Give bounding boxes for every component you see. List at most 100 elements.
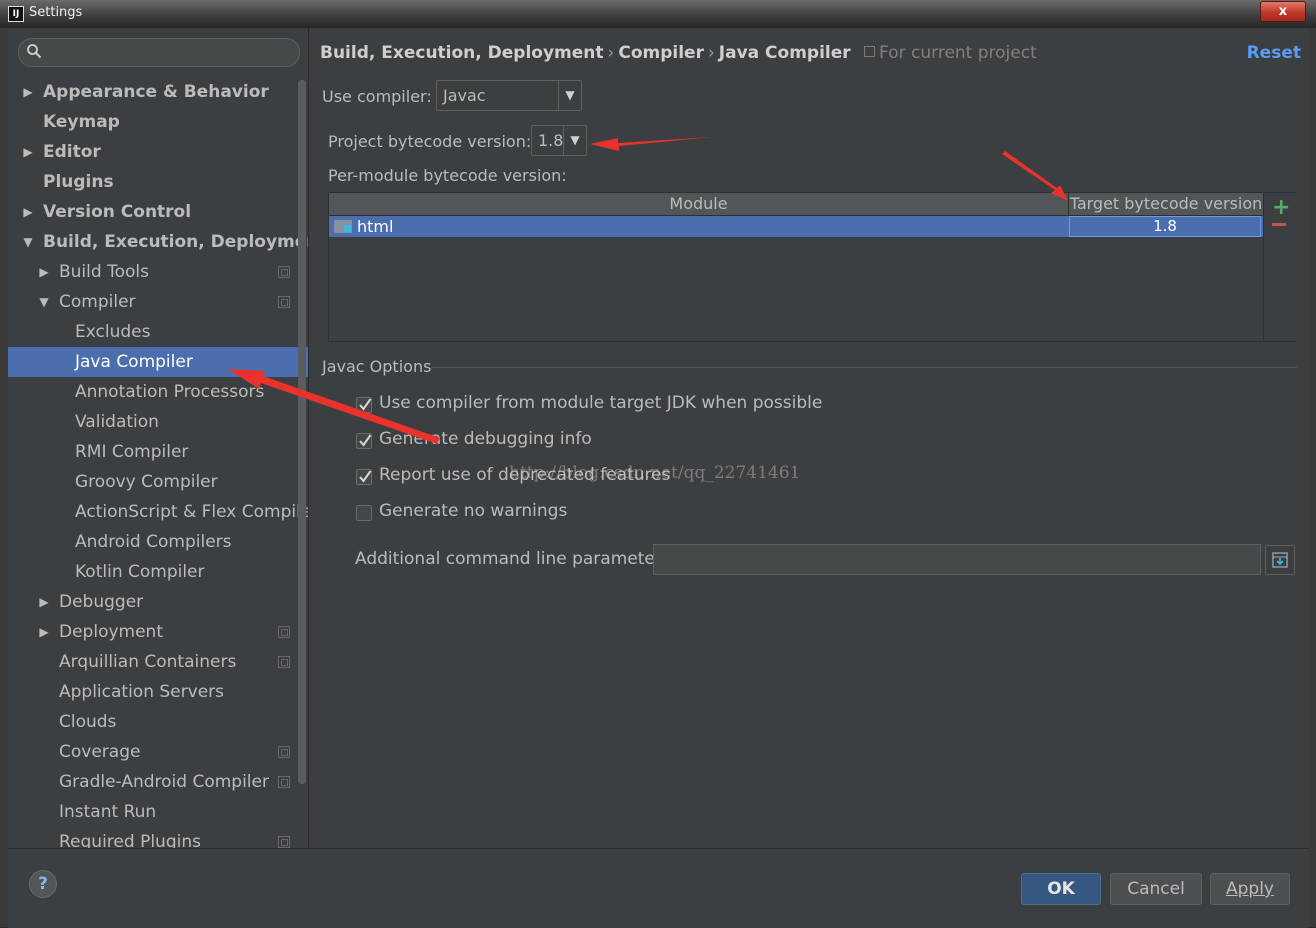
module-name: html — [357, 217, 394, 236]
sidebar-item-clouds[interactable]: Clouds — [8, 707, 308, 737]
sidebar-item-editor[interactable]: ▶ Editor — [8, 137, 308, 167]
sidebar-item-required-plugins[interactable]: Required Plugins — [8, 827, 308, 848]
sidebar-item-label: Clouds — [59, 712, 117, 732]
project-scope-icon — [278, 746, 290, 758]
checkmark-icon — [359, 470, 372, 483]
column-header-target[interactable]: Target bytecode version — [1069, 193, 1263, 215]
compiler-select[interactable]: Javac ▼ — [436, 80, 582, 111]
settings-sidebar: ▶ Appearance & Behavior Keymap ▶ Editor Plugi… — [8, 28, 308, 848]
sidebar-item-label: Coverage — [59, 742, 141, 762]
sidebar-item-label: ActionScript & Flex Compile — [75, 502, 308, 522]
chevron-right-icon[interactable]: ▶ — [22, 197, 34, 227]
watermark-text: http://blog.csdn.net/qq_22741461 — [509, 463, 801, 483]
chevron-down-icon[interactable]: ▼ — [22, 227, 34, 257]
params-input[interactable] — [653, 544, 1261, 575]
breadcrumb-item: Compiler — [618, 43, 704, 63]
sidebar-item-instant-run[interactable]: Instant Run — [8, 797, 308, 827]
option-checkbox[interactable] — [356, 433, 372, 449]
sidebar-item-gradle-android-compiler[interactable]: Gradle-Android Compiler — [8, 767, 308, 797]
option-checkbox[interactable] — [356, 469, 372, 485]
bytecode-version-value: 1.8 — [538, 131, 564, 150]
project-scope-icon — [278, 296, 290, 308]
sidebar-scrollbar[interactable] — [298, 80, 306, 784]
remove-icon[interactable] — [1272, 223, 1286, 226]
option-label[interactable]: Generate no warnings — [379, 501, 567, 521]
sidebar-item-groovy-compiler[interactable]: Groovy Compiler — [8, 467, 308, 497]
sidebar-item-build-execution-deployment[interactable]: ▼ Build, Execution, Deployment — [8, 227, 308, 257]
sidebar-item-compiler[interactable]: ▼ Compiler — [8, 287, 308, 317]
sidebar-item-rmi-compiler[interactable]: RMI Compiler — [8, 437, 308, 467]
apply-button-label: Apply — [1226, 879, 1274, 899]
sidebar-item-label: Version Control — [43, 202, 192, 222]
sidebar-item-label: Arquillian Containers — [59, 652, 237, 672]
sidebar-item-label: Appearance & Behavior — [43, 82, 269, 102]
chevron-right-icon[interactable]: ▶ — [38, 587, 50, 617]
option-checkbox[interactable] — [356, 505, 372, 521]
sidebar-item-debugger[interactable]: ▶ Debugger — [8, 587, 308, 617]
sidebar-item-arquillian-containers[interactable]: Arquillian Containers — [8, 647, 308, 677]
use-compiler-label: Use compiler: — [322, 87, 432, 106]
sidebar-item-label: Groovy Compiler — [75, 472, 218, 492]
window-title: Settings — [29, 5, 83, 20]
sidebar-item-appearance-behavior[interactable]: ▶ Appearance & Behavior — [8, 77, 308, 107]
target-version-cell[interactable]: 1.8 — [1069, 216, 1261, 237]
sidebar-item-annotation-processors[interactable]: Annotation Processors — [8, 377, 308, 407]
sidebar-item-label: Plugins — [43, 172, 114, 192]
chevron-down-icon[interactable]: ▼ — [558, 81, 581, 110]
ok-button[interactable]: OK — [1021, 873, 1101, 905]
sidebar-item-plugins[interactable]: Plugins — [8, 167, 308, 197]
sidebar-item-label: Excludes — [75, 322, 151, 342]
breadcrumb-separator: › — [707, 43, 715, 63]
sidebar-item-validation[interactable]: Validation — [8, 407, 308, 437]
reset-link[interactable]: Reset — [1247, 43, 1301, 63]
help-button[interactable]: ? — [29, 870, 57, 898]
sidebar-item-keymap[interactable]: Keymap — [8, 107, 308, 137]
window-close-button[interactable]: x — [1260, 1, 1306, 22]
project-scope-icon — [278, 266, 290, 278]
checkmark-icon — [359, 434, 372, 447]
project-scope-icon — [278, 656, 290, 668]
option-label[interactable]: Use compiler from module target JDK when… — [379, 393, 822, 413]
sidebar-item-application-servers[interactable]: Application Servers — [8, 677, 308, 707]
add-icon[interactable]: + — [1272, 195, 1290, 220]
sidebar-item-android-compilers[interactable]: Android Compilers — [8, 527, 308, 557]
module-folder-icon — [334, 220, 352, 233]
search-icon — [27, 44, 42, 59]
window-frame-right — [1309, 28, 1316, 927]
chevron-down-icon[interactable]: ▼ — [38, 287, 50, 317]
sidebar-item-kotlin-compiler[interactable]: Kotlin Compiler — [8, 557, 308, 587]
sidebar-item-excludes[interactable]: Excludes — [8, 317, 308, 347]
params-label: Additional command line parameters: — [355, 549, 677, 569]
sidebar-item-label: Debugger — [59, 592, 144, 612]
expand-field-button[interactable] — [1265, 545, 1295, 575]
settings-search-input[interactable] — [18, 38, 300, 67]
sidebar-item-version-control[interactable]: ▶ Version Control — [8, 197, 308, 227]
option-checkbox[interactable] — [356, 397, 372, 413]
section-divider — [431, 367, 1297, 368]
project-scope-icon — [278, 626, 290, 638]
sidebar-item-deployment[interactable]: ▶ Deployment — [8, 617, 308, 647]
chevron-down-icon[interactable]: ▼ — [563, 126, 586, 155]
bytecode-version-select[interactable]: 1.8 ▼ — [531, 125, 587, 156]
chevron-right-icon[interactable]: ▶ — [22, 137, 34, 167]
chevron-right-icon[interactable]: ▶ — [38, 617, 50, 647]
chevron-right-icon[interactable]: ▶ — [38, 257, 50, 287]
sidebar-item-java-compiler[interactable]: Java Compiler — [8, 347, 308, 377]
sidebar-item-label: Validation — [75, 412, 159, 432]
sidebar-item-build-tools[interactable]: ▶ Build Tools — [8, 257, 308, 287]
cancel-button[interactable]: Cancel — [1110, 873, 1202, 905]
table-row[interactable]: html 1.8 — [329, 216, 1263, 237]
dialog-footer: ? OK Cancel Apply — [8, 848, 1309, 928]
chevron-right-icon[interactable]: ▶ — [22, 77, 34, 107]
sidebar-item-coverage[interactable]: Coverage — [8, 737, 308, 767]
sidebar-item-actionscript-flex-compile[interactable]: ActionScript & Flex Compile — [8, 497, 308, 527]
project-scope-icon — [278, 836, 290, 848]
sidebar-item-label: Build Tools — [59, 262, 149, 282]
sidebar-item-label: Editor — [43, 142, 101, 162]
per-module-label: Per-module bytecode version: — [328, 166, 567, 185]
window-titlebar: IJ Settings x — [0, 0, 1316, 29]
checkmark-icon — [359, 398, 372, 411]
apply-button[interactable]: Apply — [1210, 873, 1290, 905]
column-header-module[interactable]: Module — [329, 193, 1069, 215]
option-label[interactable]: Generate debugging info — [379, 429, 592, 449]
